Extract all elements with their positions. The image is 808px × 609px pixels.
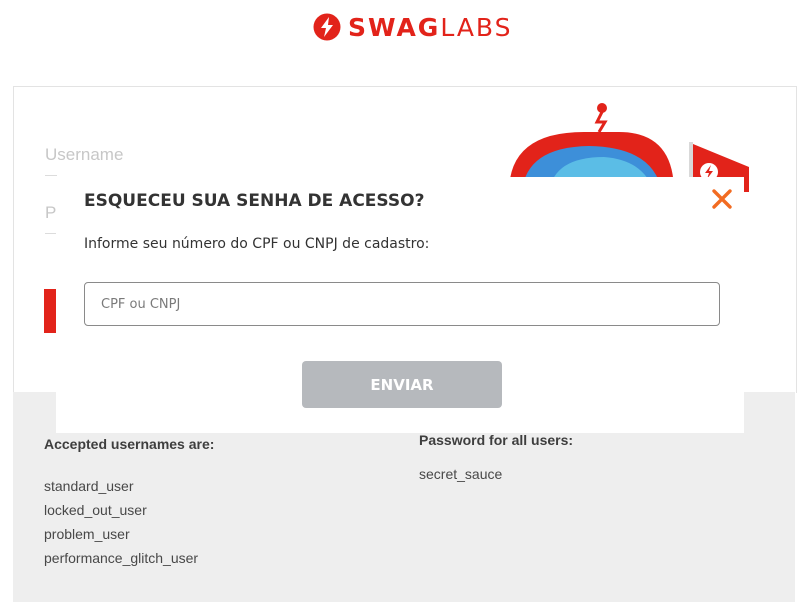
swaglabs-logo: SWAGLABS: [312, 11, 513, 43]
cpf-cnpj-input[interactable]: [84, 282, 720, 326]
login-button[interactable]: [44, 289, 56, 333]
usernames-heading: Accepted usernames are:: [44, 436, 215, 452]
username-item: problem_user: [44, 526, 130, 542]
password-input[interactable]: P: [45, 203, 56, 223]
username-input[interactable]: Username: [45, 145, 123, 165]
logo-text-bold: SWAG: [348, 12, 441, 42]
logo-text-light: LABS: [440, 12, 513, 42]
forgot-password-modal: ESQUECEU SUA SENHA DE ACESSO? Informe se…: [56, 177, 744, 433]
password-value: secret_sauce: [419, 466, 503, 482]
username-item: standard_user: [44, 478, 134, 494]
modal-description: Informe seu número do CPF ou CNPJ de cad…: [84, 236, 430, 252]
username-underline: [45, 175, 57, 176]
username-item: locked_out_user: [44, 502, 147, 518]
swaglabs-logo-icon: [313, 13, 341, 41]
close-icon[interactable]: [710, 187, 734, 211]
logo-wordmark: SWAGLABS: [348, 13, 513, 42]
password-heading: Password for all users:: [419, 432, 574, 448]
modal-title: ESQUECEU SUA SENHA DE ACESSO?: [84, 191, 425, 211]
close-button[interactable]: [710, 187, 734, 211]
username-item: performance_glitch_user: [44, 550, 199, 566]
submit-button[interactable]: ENVIAR: [302, 361, 502, 408]
